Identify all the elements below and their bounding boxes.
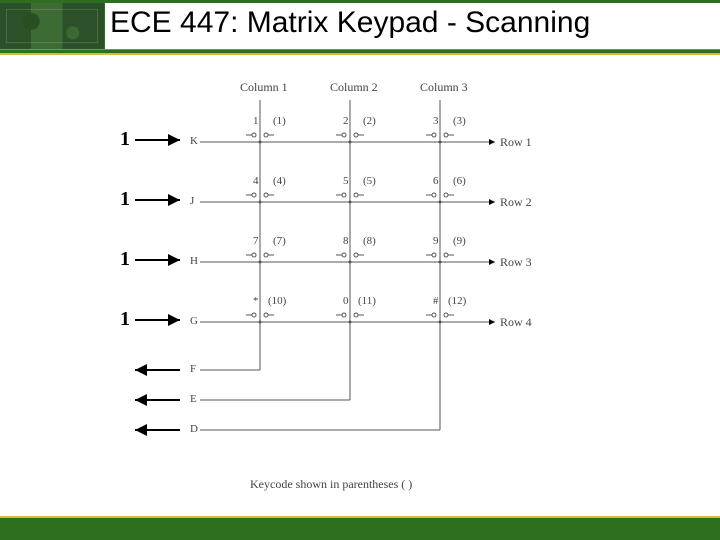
slide: ECE 447: Matrix Keypad - Scanning Column… xyxy=(0,0,720,540)
schematic-diagram: Column 1 Column 2 Column 3 1 1 1 1 K J H… xyxy=(100,80,610,500)
divider-gold xyxy=(0,53,720,55)
page-title: ECE 447: Matrix Keypad - Scanning xyxy=(110,6,700,40)
chip-image xyxy=(0,3,105,49)
footer-band xyxy=(0,516,720,540)
schematic-svg xyxy=(100,80,610,500)
